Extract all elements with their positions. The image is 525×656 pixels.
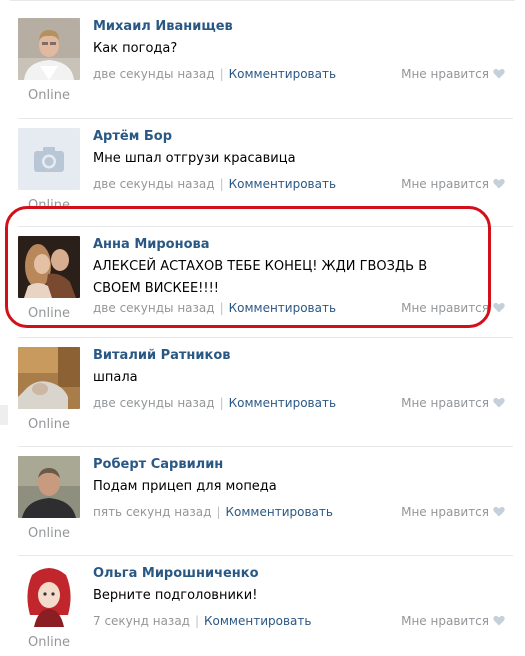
- avatar[interactable]: [18, 347, 80, 409]
- meta-divider: |: [219, 177, 224, 191]
- reply-link[interactable]: Комментировать: [229, 177, 336, 191]
- divider: [18, 118, 513, 119]
- author-link[interactable]: Михаил Иванищев: [93, 18, 513, 36]
- avatar[interactable]: [18, 18, 80, 80]
- like-button[interactable]: Мне нравится: [401, 176, 505, 192]
- heart-icon: [493, 506, 505, 517]
- like-button[interactable]: Мне нравится: [401, 613, 505, 629]
- like-button[interactable]: Мне нравится: [401, 66, 505, 82]
- comment-meta: 7 секунд назад | Комментировать Мне нравит…: [93, 613, 513, 629]
- online-status: Online: [28, 635, 70, 650]
- reply-link[interactable]: Комментировать: [229, 67, 336, 81]
- like-label: Мне нравится: [401, 67, 489, 81]
- timestamp[interactable]: две секунды назад: [93, 67, 215, 81]
- comment-meta: две секунды назад | Комментировать Мне нра…: [93, 395, 513, 411]
- like-label: Мне нравится: [401, 614, 489, 628]
- author-link[interactable]: Артём Бор: [93, 128, 513, 146]
- author-link[interactable]: Ольга Мирошниченко: [93, 565, 513, 583]
- timestamp[interactable]: пять секунд назад: [93, 505, 211, 519]
- heart-icon: [493, 178, 505, 189]
- like-button[interactable]: Мне нравится: [401, 395, 505, 411]
- reply-link[interactable]: Комментировать: [229, 396, 336, 410]
- online-status: Online: [28, 417, 70, 432]
- heart-icon: [493, 397, 505, 408]
- divider: [18, 337, 513, 338]
- online-status: Online: [28, 526, 70, 541]
- heart-icon: [493, 302, 505, 313]
- like-label: Мне нравится: [401, 177, 489, 191]
- timestamp[interactable]: две секунды назад: [93, 177, 215, 191]
- timestamp[interactable]: две секунды назад: [93, 396, 215, 410]
- comment-meta: две секунды назад | Комментировать Мне нра…: [93, 66, 513, 82]
- comment-text: Мне шпал отгрузи красавица: [93, 151, 296, 166]
- online-status: Online: [28, 88, 70, 103]
- divider: [18, 446, 513, 447]
- reply-link[interactable]: Комментировать: [204, 614, 311, 628]
- comment-meta: пять секунд назад | Комментировать Мне нра…: [93, 504, 513, 520]
- avatar[interactable]: [18, 456, 80, 518]
- comment-meta: две секунды назад | Комментировать Мне нра…: [93, 176, 513, 192]
- avatar[interactable]: [18, 565, 80, 627]
- heart-icon: [493, 68, 505, 79]
- comments-feed: Online Михаил Иванищев Как погода? две с…: [0, 0, 525, 656]
- comment-text: Верните подголовники!: [93, 588, 258, 603]
- meta-divider: |: [194, 614, 200, 628]
- timestamp[interactable]: 7 секунд назад: [93, 614, 190, 628]
- comment-text: Как погода?: [93, 41, 178, 56]
- heart-icon: [493, 615, 505, 626]
- avatar[interactable]: [18, 128, 80, 190]
- comment-text: Подам прицеп для мопеда: [93, 479, 277, 494]
- reply-link[interactable]: Комментировать: [226, 505, 333, 519]
- meta-divider: |: [216, 505, 221, 519]
- like-label: Мне нравится: [401, 505, 489, 519]
- highlight-outline: [5, 206, 491, 328]
- like-button[interactable]: Мне нравится: [401, 504, 505, 520]
- left-edge-mark: [0, 405, 8, 425]
- camera-icon: [18, 128, 80, 190]
- author-link[interactable]: Роберт Сарвилин: [93, 456, 513, 474]
- comment-text: шпала: [93, 370, 138, 385]
- meta-divider: |: [219, 396, 224, 410]
- author-link[interactable]: Виталий Ратников: [93, 347, 513, 365]
- divider: [18, 555, 513, 556]
- meta-divider: |: [219, 67, 224, 81]
- like-label: Мне нравится: [401, 396, 489, 410]
